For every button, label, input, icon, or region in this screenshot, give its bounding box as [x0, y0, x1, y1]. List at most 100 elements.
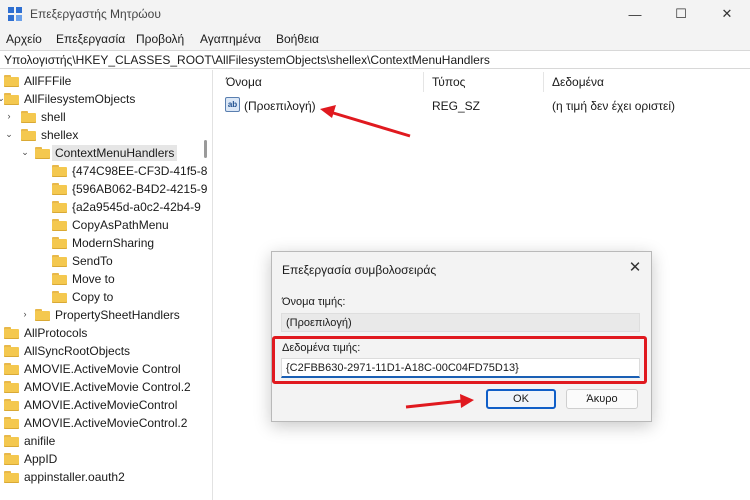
tree-item-label: AllProtocols — [24, 326, 88, 340]
tree-item-label: anifile — [24, 434, 56, 448]
maximize-button[interactable]: ☐ — [658, 0, 704, 28]
folder-icon — [52, 219, 67, 231]
tree-item[interactable]: ModernSharing — [0, 234, 200, 252]
tree-item[interactable]: SendTo — [0, 252, 200, 270]
close-window-button[interactable]: ✕ — [704, 0, 750, 28]
tree-item[interactable]: {596AB062-B4D2-4215-9 — [0, 180, 207, 198]
menu-bar: Αρχείο Επεξεργασία Προβολή Αγαπημένα Βοή… — [0, 28, 750, 50]
menu-view[interactable]: Προβολή — [136, 32, 184, 46]
tree-item[interactable]: AllFFFile — [0, 72, 200, 90]
tree-item[interactable]: {474C98EE-CF3D-41f5-8 — [0, 162, 207, 180]
tree-item[interactable]: AllSyncRootObjects — [0, 342, 200, 360]
folder-icon — [4, 381, 19, 393]
folder-icon — [52, 291, 67, 303]
tree-item[interactable]: anifile — [0, 432, 200, 450]
tree-item[interactable]: ⌄ AllFilesystemObjects — [0, 90, 200, 108]
folder-icon — [52, 255, 67, 267]
value-data: (η τιμή δεν έχει οριστεί) — [552, 99, 676, 113]
value-type: REG_SZ — [432, 99, 481, 113]
tree-item-label: SendTo — [72, 254, 113, 268]
tree-item[interactable]: AMOVIE.ActiveMovieControl — [0, 396, 200, 414]
menu-favorites[interactable]: Αγαπημένα — [200, 32, 261, 46]
ok-button[interactable]: OK — [486, 389, 556, 409]
column-divider[interactable] — [423, 72, 424, 92]
folder-icon — [4, 363, 19, 375]
minimize-button[interactable]: — — [612, 0, 658, 28]
tree-item-label: shellex — [41, 128, 79, 142]
menu-file[interactable]: Αρχείο — [6, 32, 42, 46]
tree-item-selected[interactable]: ⌄ ContextMenuHandlers — [0, 144, 200, 162]
tree-item-label: AMOVIE.ActiveMovieControl.2 — [24, 416, 188, 430]
cancel-button[interactable]: Άκυρο — [566, 389, 638, 409]
tree-item-label: AllSyncRootObjects — [24, 344, 131, 358]
tree-item-label: AMOVIE.ActiveMovie Control.2 — [24, 380, 191, 394]
tree-item-label: shell — [41, 110, 66, 124]
tree-item-label: AllFFFile — [24, 74, 72, 88]
value-name-label: Όνομα τιμής: — [282, 296, 346, 308]
chevron-right-icon[interactable]: › — [20, 309, 30, 319]
folder-icon — [4, 453, 19, 465]
address-path: Υπολογιστής\HKEY_CLASSES_ROOT\AllFilesys… — [4, 53, 490, 67]
tree-item[interactable]: › PropertySheetHandlers — [0, 306, 200, 324]
registry-editor-icon — [8, 7, 22, 21]
tree-item-label: Copy to — [72, 290, 114, 304]
value-data-input[interactable] — [281, 358, 640, 378]
tree-item[interactable]: AppID — [0, 450, 200, 468]
tree-item-label: AppID — [24, 452, 58, 466]
string-value-icon: ab — [225, 97, 240, 112]
maximize-icon: ☐ — [675, 6, 687, 21]
tree-item-label: appinstaller.oauth2 — [24, 470, 125, 484]
folder-icon — [4, 75, 19, 87]
close-icon: ✕ — [628, 259, 642, 276]
tree-item-label: Move to — [72, 272, 115, 286]
tree-item-label: {a2a9545d-a0c2-42b4-9 — [72, 200, 201, 214]
column-header-type[interactable]: Τύπος — [432, 75, 465, 89]
folder-icon — [52, 201, 67, 213]
tree-item[interactable]: Move to — [0, 270, 200, 288]
menu-help[interactable]: Βοήθεια — [276, 32, 319, 46]
tree-scrollbar-thumb[interactable] — [204, 140, 207, 158]
folder-icon — [52, 183, 67, 195]
tree-item-label: AMOVIE.ActiveMovie Control — [24, 362, 181, 376]
minimize-icon: — — [628, 6, 642, 22]
tree-item[interactable]: ⌄ shellex — [0, 126, 200, 144]
column-divider[interactable] — [543, 72, 544, 92]
tree-item-label: ContextMenuHandlers — [52, 145, 178, 161]
tree-item-label: PropertySheetHandlers — [55, 308, 180, 322]
tree-item[interactable]: {a2a9545d-a0c2-42b4-9 — [0, 198, 201, 216]
address-bar[interactable]: Υπολογιστής\HKEY_CLASSES_ROOT\AllFilesys… — [0, 50, 750, 69]
tree-item-label: {474C98EE-CF3D-41f5-8 — [72, 164, 208, 178]
tree-item-label: {596AB062-B4D2-4215-9 — [72, 182, 208, 196]
tree-item-label: AMOVIE.ActiveMovieControl — [24, 398, 178, 412]
chevron-down-icon[interactable]: ⌄ — [20, 147, 30, 157]
tree-item[interactable]: appinstaller.oauth2 — [0, 468, 200, 486]
folder-icon — [52, 165, 67, 177]
registry-tree[interactable]: AllFFFile ⌄ AllFilesystemObjects › shell… — [0, 70, 213, 500]
close-icon: ✕ — [721, 6, 733, 21]
value-name: (Προεπιλογή) — [244, 99, 316, 113]
folder-icon — [35, 309, 50, 321]
tree-item[interactable]: CopyAsPathMenu — [0, 216, 200, 234]
dialog-close-button[interactable]: ✕ — [625, 258, 645, 278]
folder-icon — [4, 417, 19, 429]
chevron-right-icon[interactable]: › — [4, 111, 14, 121]
tree-item[interactable]: AMOVIE.ActiveMovieControl.2 — [0, 414, 200, 432]
title-bar: Επεξεργαστής Μητρώου — ☐ ✕ — [0, 0, 750, 28]
folder-icon — [52, 237, 67, 249]
folder-icon — [4, 435, 19, 447]
tree-item[interactable]: AMOVIE.ActiveMovie Control — [0, 360, 200, 378]
tree-item[interactable]: AllProtocols — [0, 324, 200, 342]
folder-open-icon — [35, 147, 50, 159]
tree-item-label: ModernSharing — [72, 236, 155, 250]
folder-icon — [21, 111, 36, 123]
value-data-label: Δεδομένα τιμής: — [282, 342, 361, 354]
edit-string-dialog: Επεξεργασία συμβολοσειράς ✕ Όνομα τιμής:… — [271, 251, 652, 422]
chevron-down-icon[interactable]: ⌄ — [4, 129, 14, 139]
tree-item[interactable]: AMOVIE.ActiveMovie Control.2 — [0, 378, 200, 396]
column-header-name[interactable]: Όνομα — [226, 75, 262, 89]
menu-edit[interactable]: Επεξεργασία — [56, 32, 125, 46]
tree-item[interactable]: › shell — [0, 108, 200, 126]
tree-item[interactable]: Copy to — [0, 288, 200, 306]
column-header-data[interactable]: Δεδομένα — [552, 75, 604, 89]
folder-icon — [52, 273, 67, 285]
